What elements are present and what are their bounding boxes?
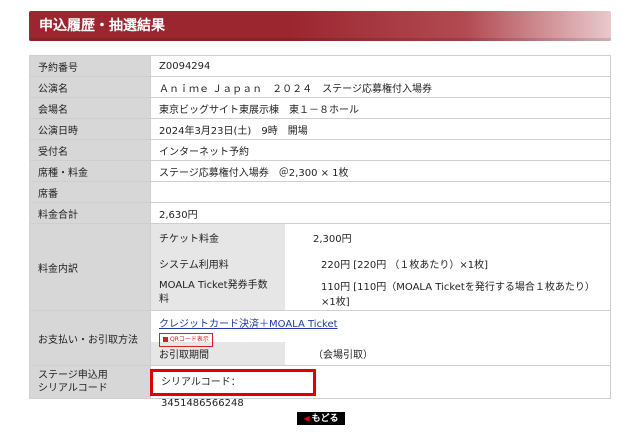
fee-name: システム利用料 xyxy=(151,250,285,276)
qr-code-badge[interactable]: QRコード表示 xyxy=(159,332,213,347)
table-row: 受付名 インターネット予約 xyxy=(29,139,611,161)
serial-label-line2: シリアルコード xyxy=(38,383,108,394)
performance-datetime: 2024年3月23日(土) 9時 開場 xyxy=(150,118,611,140)
qr-badge-label: QRコード表示 xyxy=(170,335,209,343)
page-title: 申込履歴・抽選結果 xyxy=(39,18,165,34)
fee-value: 2,300円 xyxy=(285,224,610,250)
fee-value: 220円 [220円 （１枚あたり）×1枚] xyxy=(285,250,610,276)
fee-value: 110円 [110円（MOALA Ticketを発行する場合１枚あたり）×1枚] xyxy=(285,276,610,310)
fee-row: MOALA Ticket発券手数料 110円 [110円（MOALA Ticke… xyxy=(151,276,610,310)
fee-breakdown-row: 料金内訳 チケット料金 2,300円 システム利用料 220円 [220円 （１… xyxy=(29,223,611,311)
back-button-label: もどる xyxy=(311,414,339,424)
table-row: 席種・料金 ステージ応募権付入場券 ＠2,300 × 1枚 xyxy=(29,160,611,182)
row-label: 料金内訳 xyxy=(29,223,151,311)
row-label: 公演日時 xyxy=(29,118,151,140)
row-label: 会場名 xyxy=(29,97,151,119)
row-label: 席種・料金 xyxy=(29,160,151,182)
reception-name: インターネット予約 xyxy=(150,139,611,161)
payment-method-link[interactable]: クレジットカード決済＋MOALA Ticket xyxy=(159,319,338,330)
venue-name: 東京ビッグサイト東展示棟 東１－８ホール xyxy=(150,97,611,119)
seat-number xyxy=(150,181,611,203)
fee-breakdown-table: チケット料金 2,300円 システム利用料 220円 [220円 （１枚あたり）… xyxy=(151,224,610,310)
reservation-details-table: 予約番号 Z0094294 公演名 Ａｎｉｍｅ Ｊａｐａｎ ２０２４ ステージ応… xyxy=(29,55,611,399)
fee-row: システム利用料 220円 [220円 （１枚あたり）×1枚] xyxy=(151,250,610,276)
page-header: 申込履歴・抽選結果 xyxy=(29,11,611,41)
fee-name: MOALA Ticket発券手数料 xyxy=(151,276,285,310)
serial-code-value: シリアルコード：3451486566248 xyxy=(161,377,244,409)
row-label: 席番 xyxy=(29,181,151,203)
row-label: 予約番号 xyxy=(29,55,151,77)
reservation-number: Z0094294 xyxy=(150,55,611,77)
table-row: 予約番号 Z0094294 xyxy=(29,55,611,77)
serial-row: ステージ申込用 シリアルコード xyxy=(29,365,611,399)
header-shadow xyxy=(29,38,611,41)
back-button[interactable]: ◀ もどる xyxy=(297,412,345,425)
pickup-value: （会場引取） xyxy=(285,341,610,365)
back-arrow-icon: ◀ xyxy=(303,414,310,423)
payment-cell: クレジットカード決済＋MOALA Ticket QRコード表示 お引取期間 （会… xyxy=(150,310,611,366)
pickup-row: お引取期間 （会場引取） xyxy=(151,341,610,365)
row-label: 公演名 xyxy=(29,76,151,98)
table-row: 会場名 東京ビッグサイト東展示棟 東１－８ホール xyxy=(29,97,611,119)
fee-breakdown-cell: チケット料金 2,300円 システム利用料 220円 [220円 （１枚あたり）… xyxy=(150,223,611,311)
table-row: 公演日時 2024年3月23日(土) 9時 開場 xyxy=(29,118,611,140)
row-label: お支払い・お引取方法 xyxy=(29,310,151,366)
fee-name: チケット料金 xyxy=(151,224,285,250)
serial-label-line1: ステージ申込用 xyxy=(38,370,108,381)
fee-row: チケット料金 2,300円 xyxy=(151,224,610,250)
table-row: 席番 xyxy=(29,181,611,203)
seat-type-price: ステージ応募権付入場券 ＠2,300 × 1枚 xyxy=(150,160,611,182)
row-label: 受付名 xyxy=(29,139,151,161)
performance-name: Ａｎｉｍｅ Ｊａｐａｎ ２０２４ ステージ応募権付入場券 xyxy=(150,76,611,98)
serial-label: ステージ申込用 シリアルコード xyxy=(29,365,151,399)
qr-icon xyxy=(163,336,168,342)
pickup-table: お引取期間 （会場引取） xyxy=(151,341,610,365)
row-label: 料金合計 xyxy=(29,202,151,224)
total-amount: 2,630円 xyxy=(150,202,611,224)
table-row: 公演名 Ａｎｉｍｅ Ｊａｐａｎ ２０２４ ステージ応募権付入場券 xyxy=(29,76,611,98)
payment-method-block: クレジットカード決済＋MOALA Ticket QRコード表示 xyxy=(151,312,610,347)
serial-code-highlight: シリアルコード：3451486566248 xyxy=(150,369,316,409)
payment-row: お支払い・お引取方法 クレジットカード決済＋MOALA Ticket QRコード… xyxy=(29,310,611,366)
table-row: 料金合計 2,630円 xyxy=(29,202,611,224)
